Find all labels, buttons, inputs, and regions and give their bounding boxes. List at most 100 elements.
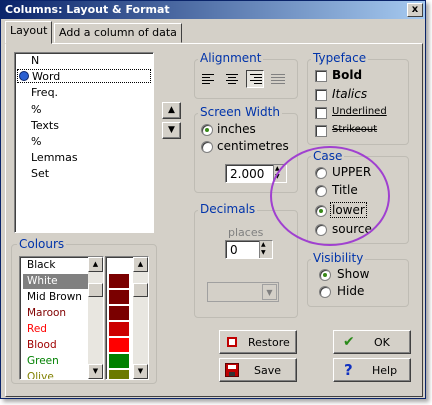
bold-checkbox[interactable]: [315, 70, 327, 82]
colour-swatch[interactable]: [109, 306, 129, 320]
width-spinner[interactable]: ▲ ▼: [273, 165, 286, 182]
colour-item-olive[interactable]: Olive: [23, 370, 89, 379]
move-up-button[interactable]: ▲: [162, 102, 181, 119]
places-spinner[interactable]: ▲ ▼: [259, 241, 272, 258]
restore-icon: [227, 337, 237, 347]
radio-show[interactable]: [319, 269, 331, 281]
radio-case-source[interactable]: [315, 224, 327, 236]
underlined-checkbox[interactable]: [315, 107, 327, 119]
colour-swatch[interactable]: [109, 338, 129, 352]
colour-swatch-scrollbar[interactable]: ▲ ▼: [133, 257, 148, 379]
radio-case-upper[interactable]: [315, 167, 327, 179]
list-item[interactable]: %: [31, 103, 41, 116]
list-item[interactable]: Texts: [31, 119, 59, 132]
radio-inches[interactable]: [201, 124, 213, 136]
decimals-label: Decimals: [198, 202, 258, 216]
list-item-label: Word: [32, 70, 61, 83]
colour-item-maroon[interactable]: Maroon: [23, 306, 89, 321]
colour-item-blood[interactable]: Blood: [23, 338, 89, 353]
align-center-icon[interactable]: [223, 70, 241, 88]
tab-layout-label: Layout: [10, 24, 48, 37]
case-label: Case: [311, 149, 345, 163]
list-item[interactable]: Freq.: [31, 86, 58, 99]
visibility-label: Visibility: [311, 251, 366, 265]
radio-case-source-label: source: [332, 222, 372, 236]
strikeout-checkbox[interactable]: [315, 125, 327, 137]
alignment-label: Alignment: [198, 51, 264, 65]
arrow-down-icon: ▼: [168, 125, 175, 135]
close-button[interactable]: x: [407, 3, 423, 17]
radio-case-title-label: Title: [332, 183, 358, 197]
scroll-up-icon[interactable]: ▲: [88, 257, 103, 272]
colour-swatch[interactable]: [109, 274, 129, 288]
help-icon: ?: [344, 361, 353, 379]
spin-down-icon[interactable]: ▼: [261, 249, 266, 257]
italics-checkbox[interactable]: [315, 89, 327, 101]
chevron-down-icon[interactable]: ▼: [262, 284, 277, 300]
move-down-button[interactable]: ▼: [162, 122, 181, 139]
radio-inches-label: inches: [217, 122, 256, 136]
colour-item-green[interactable]: Green: [23, 354, 89, 369]
colour-swatch[interactable]: [109, 322, 129, 336]
scroll-up-icon[interactable]: ▲: [133, 257, 148, 272]
scroll-thumb[interactable]: [133, 283, 148, 297]
strikeout-label: Strikeout: [332, 124, 378, 135]
colour-item-black[interactable]: Black: [23, 258, 89, 273]
align-right-icon[interactable]: [246, 70, 264, 88]
help-button[interactable]: ? Help: [333, 358, 411, 382]
width-spin-input[interactable]: 2.000 ▲ ▼: [225, 164, 287, 183]
restore-button[interactable]: Restore: [219, 330, 297, 354]
tab-add-column-label: Add a column of data: [59, 26, 177, 39]
radio-case-lower-label: lower: [330, 202, 367, 218]
colour-swatch[interactable]: [109, 290, 129, 304]
radio-centimetres[interactable]: [201, 141, 213, 153]
radio-case-lower[interactable]: [315, 205, 327, 217]
list-item[interactable]: N: [31, 54, 39, 67]
width-value: 2.000: [230, 167, 265, 181]
screen-width-label: Screen Width: [198, 105, 282, 119]
checkmark-icon: ✔: [343, 334, 355, 350]
ok-label: OK: [374, 336, 390, 349]
places-value: 0: [230, 243, 238, 257]
colour-swatch[interactable]: [109, 370, 129, 379]
bold-label: Bold: [332, 68, 363, 82]
radio-show-label: Show: [337, 267, 370, 281]
tab-layout[interactable]: Layout: [5, 21, 53, 44]
colour-name-list[interactable]: Black White Mid Brown Maroon Red Blood G…: [19, 256, 104, 380]
floppy-disk-icon: [225, 363, 239, 377]
radio-case-title[interactable]: [315, 185, 327, 197]
restore-label: Restore: [248, 336, 290, 349]
list-item-selected[interactable]: Word: [17, 69, 151, 83]
spin-down-icon[interactable]: ▼: [275, 173, 280, 181]
list-item[interactable]: Set: [31, 167, 49, 180]
colour-item-white[interactable]: White: [23, 274, 89, 289]
tab-add-column[interactable]: Add a column of data: [54, 23, 182, 43]
list-item[interactable]: Lemmas: [31, 151, 78, 164]
scroll-down-icon[interactable]: ▼: [133, 364, 148, 379]
align-justify-icon[interactable]: [269, 70, 287, 88]
list-item[interactable]: %: [31, 135, 41, 148]
radio-hide[interactable]: [319, 286, 331, 298]
spin-up-icon[interactable]: ▲: [275, 165, 280, 173]
help-label: Help: [372, 364, 398, 377]
arrow-up-icon: ▲: [168, 105, 175, 115]
colour-item-red[interactable]: Red: [23, 322, 89, 337]
colour-swatch[interactable]: [109, 354, 129, 368]
save-button[interactable]: Save: [219, 358, 297, 382]
colour-swatch-list[interactable]: ▲ ▼: [105, 256, 149, 380]
title-bar: Columns: Layout & Format x: [1, 1, 425, 19]
colour-item-mid-brown[interactable]: Mid Brown: [23, 290, 89, 305]
ok-button[interactable]: ✔ OK: [333, 330, 411, 354]
columns-list[interactable]: N Word Freq. % Texts % Lemmas Set: [14, 52, 154, 233]
places-spin-input[interactable]: 0 ▲ ▼: [225, 240, 273, 259]
align-left-icon[interactable]: [200, 70, 218, 88]
scroll-thumb[interactable]: [88, 283, 103, 297]
save-label: Save: [254, 364, 282, 377]
columns-dialog: Columns: Layout & Format x Layout Add a …: [0, 0, 426, 399]
spin-up-icon[interactable]: ▲: [261, 241, 266, 249]
radio-centimetres-label: centimetres: [217, 139, 289, 153]
typeface-label: Typeface: [311, 51, 369, 65]
scroll-down-icon[interactable]: ▼: [88, 364, 103, 379]
decimals-dropdown[interactable]: ▼: [207, 282, 279, 302]
colour-names-scrollbar[interactable]: ▲ ▼: [88, 257, 103, 379]
